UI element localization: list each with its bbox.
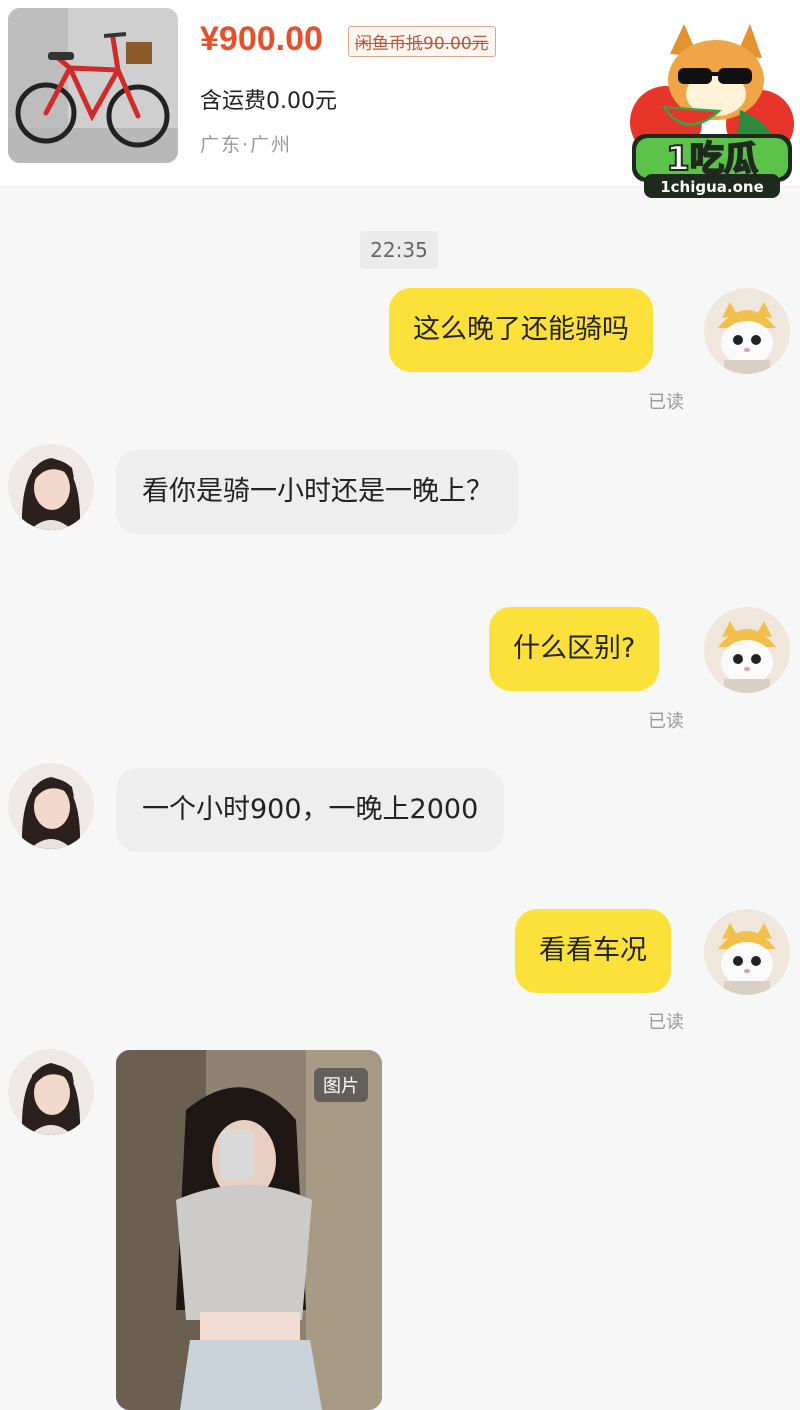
outgoing-message-bubble[interactable]: 什么区别? (489, 607, 660, 691)
incoming-message-bubble[interactable]: 看你是骑一小时还是一晚上？ (116, 450, 519, 534)
read-status: 已读 (648, 1012, 684, 1033)
my-avatar[interactable] (704, 909, 790, 995)
shipping-fee: 含运费0.00元 (200, 89, 337, 114)
product-price: ¥900.00 (200, 20, 323, 58)
watermelon-mascot-logo-icon: 1吃瓜 1chigua.one (626, 14, 798, 204)
image-label: 图片 (314, 1068, 368, 1102)
my-avatar[interactable] (704, 607, 790, 693)
seller-avatar[interactable] (8, 1049, 94, 1135)
chat-timestamp: 22:35 (360, 231, 438, 269)
my-avatar[interactable] (704, 288, 790, 374)
outgoing-message-bubble[interactable]: 看看车况 (515, 909, 671, 993)
incoming-message-bubble[interactable]: 一个小时900，一晚上2000 (116, 768, 505, 852)
image-message[interactable]: 图片 (116, 1050, 382, 1410)
logo-domain-text: 1chigua.one (660, 178, 764, 196)
outgoing-message-bubble[interactable]: 这么晚了还能骑吗 (389, 288, 653, 372)
product-location: 广东·广州 (200, 134, 293, 156)
coin-discount-tag: 闲鱼币抵90.00元 (348, 26, 496, 57)
read-status: 已读 (648, 711, 684, 732)
read-status: 已读 (648, 392, 684, 413)
seller-avatar[interactable] (8, 763, 94, 849)
logo-brand-text: 1吃瓜 (666, 139, 758, 179)
seller-avatar[interactable] (8, 444, 94, 530)
product-image[interactable] (8, 8, 178, 163)
